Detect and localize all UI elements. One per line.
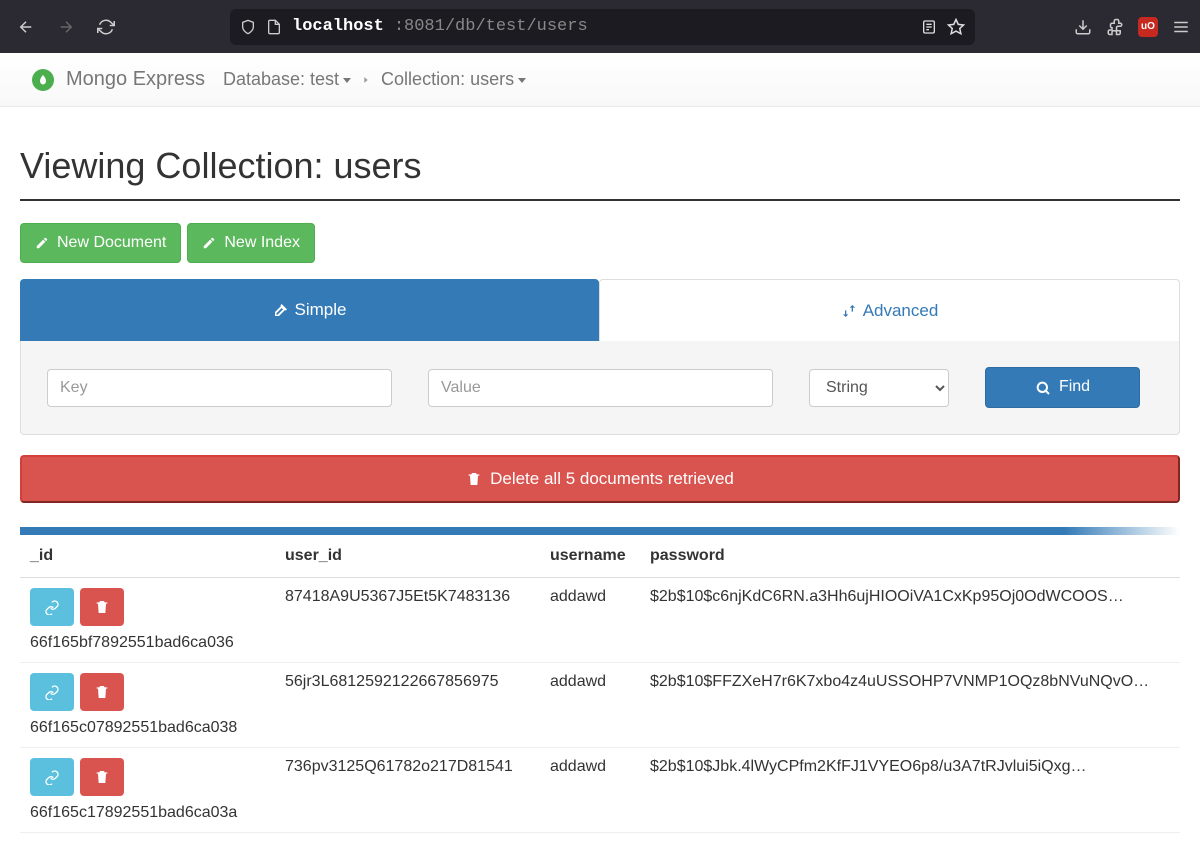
row-password: $2b$10$Jbk.4lWyCPfm2KfFJ1VYEO6p8/u3A7tRJ… <box>650 758 1170 776</box>
new-index-button[interactable]: New Index <box>187 223 315 263</box>
leaf-icon <box>32 69 54 91</box>
table-row[interactable]: 66f165bf7892551bad6ca036 87418A9U5367J5Et… <box>20 577 1180 662</box>
col-header-id[interactable]: _id <box>20 535 275 578</box>
col-header-user-id[interactable]: user_id <box>275 535 540 578</box>
back-button[interactable] <box>10 11 42 43</box>
url-path: :8081/db/test/users <box>394 17 588 36</box>
row-link-button[interactable] <box>30 758 74 796</box>
title-rule <box>20 199 1180 201</box>
find-button[interactable]: Find <box>985 367 1140 407</box>
table-top-border <box>20 527 1180 535</box>
menu-icon[interactable] <box>1172 18 1190 36</box>
url-host: localhost <box>292 17 384 36</box>
new-document-button[interactable]: New Document <box>20 223 181 263</box>
row-user-id: 87418A9U5367J5Et5K7483136 <box>275 577 540 662</box>
brand[interactable]: Mongo Express <box>32 68 205 91</box>
col-header-username[interactable]: username <box>540 535 640 578</box>
row-username: addawd <box>540 662 640 747</box>
row-password: $2b$10$c6njKdC6RN.a3Hh6ujHIOOiVA1CxKp95O… <box>650 588 1170 606</box>
page-title: Viewing Collection: users <box>20 145 1180 187</box>
row-id: 66f165bf7892551bad6ca036 <box>30 634 265 652</box>
search-panel: String Find <box>20 341 1180 434</box>
table-row[interactable]: 66f165c17892551bad6ca03a 736pv3125Q61782o… <box>20 747 1180 832</box>
bookmark-icon[interactable] <box>947 18 965 36</box>
reload-button[interactable] <box>90 11 122 43</box>
row-user-id: 736pv3125Q61782o217D81541 <box>275 747 540 832</box>
documents-table: _id user_id username password 66f165bf78… <box>20 535 1180 833</box>
app-navbar: Mongo Express Database: test Collection:… <box>0 53 1200 107</box>
ublock-icon[interactable]: uO <box>1138 17 1158 37</box>
row-password: $2b$10$FFZXeH7r6K7xbo4z4uUSSOHP7VNMP1OQz… <box>650 673 1170 691</box>
page-content: Viewing Collection: users New Document N… <box>0 107 1200 853</box>
tab-advanced[interactable]: Advanced <box>599 279 1180 341</box>
browser-chrome: localhost :8081/db/test/users uO <box>0 0 1200 53</box>
search-value-input[interactable] <box>428 369 773 407</box>
row-username: addawd <box>540 747 640 832</box>
browser-right-icons: uO <box>1074 17 1190 37</box>
crumb-database[interactable]: Database: test <box>223 69 351 90</box>
search-tabs: Simple Advanced <box>20 279 1180 341</box>
tab-simple[interactable]: Simple <box>20 279 599 341</box>
shield-icon <box>240 19 256 35</box>
row-id: 66f165c07892551bad6ca038 <box>30 719 265 737</box>
row-username: addawd <box>540 577 640 662</box>
row-user-id: 56jr3L6812592122667856975 <box>275 662 540 747</box>
row-link-button[interactable] <box>30 673 74 711</box>
search-key-input[interactable] <box>47 369 392 407</box>
row-delete-button[interactable] <box>80 588 124 626</box>
brand-text: Mongo Express <box>66 68 205 91</box>
delete-all-button[interactable]: Delete all 5 documents retrieved <box>20 455 1180 503</box>
chevron-right-icon <box>361 73 371 87</box>
table-header-row: _id user_id username password <box>20 535 1180 578</box>
reader-icon[interactable] <box>921 19 937 35</box>
forward-button[interactable] <box>50 11 82 43</box>
table-row[interactable]: 66f165c07892551bad6ca038 56jr3L6812592122… <box>20 662 1180 747</box>
crumb-collection[interactable]: Collection: users <box>381 69 526 90</box>
col-header-password[interactable]: password <box>640 535 1180 578</box>
breadcrumb: Database: test Collection: users <box>223 69 526 90</box>
row-delete-button[interactable] <box>80 673 124 711</box>
downloads-icon[interactable] <box>1074 18 1092 36</box>
table-wrap: _id user_id username password 66f165bf78… <box>20 527 1180 833</box>
row-link-button[interactable] <box>30 588 74 626</box>
url-bar[interactable]: localhost :8081/db/test/users <box>230 9 975 45</box>
search-type-select[interactable]: String <box>809 369 949 407</box>
row-id: 66f165c17892551bad6ca03a <box>30 804 265 822</box>
document-icon <box>266 19 282 35</box>
row-delete-button[interactable] <box>80 758 124 796</box>
toolbar: New Document New Index <box>20 223 1180 263</box>
extensions-icon[interactable] <box>1106 18 1124 36</box>
